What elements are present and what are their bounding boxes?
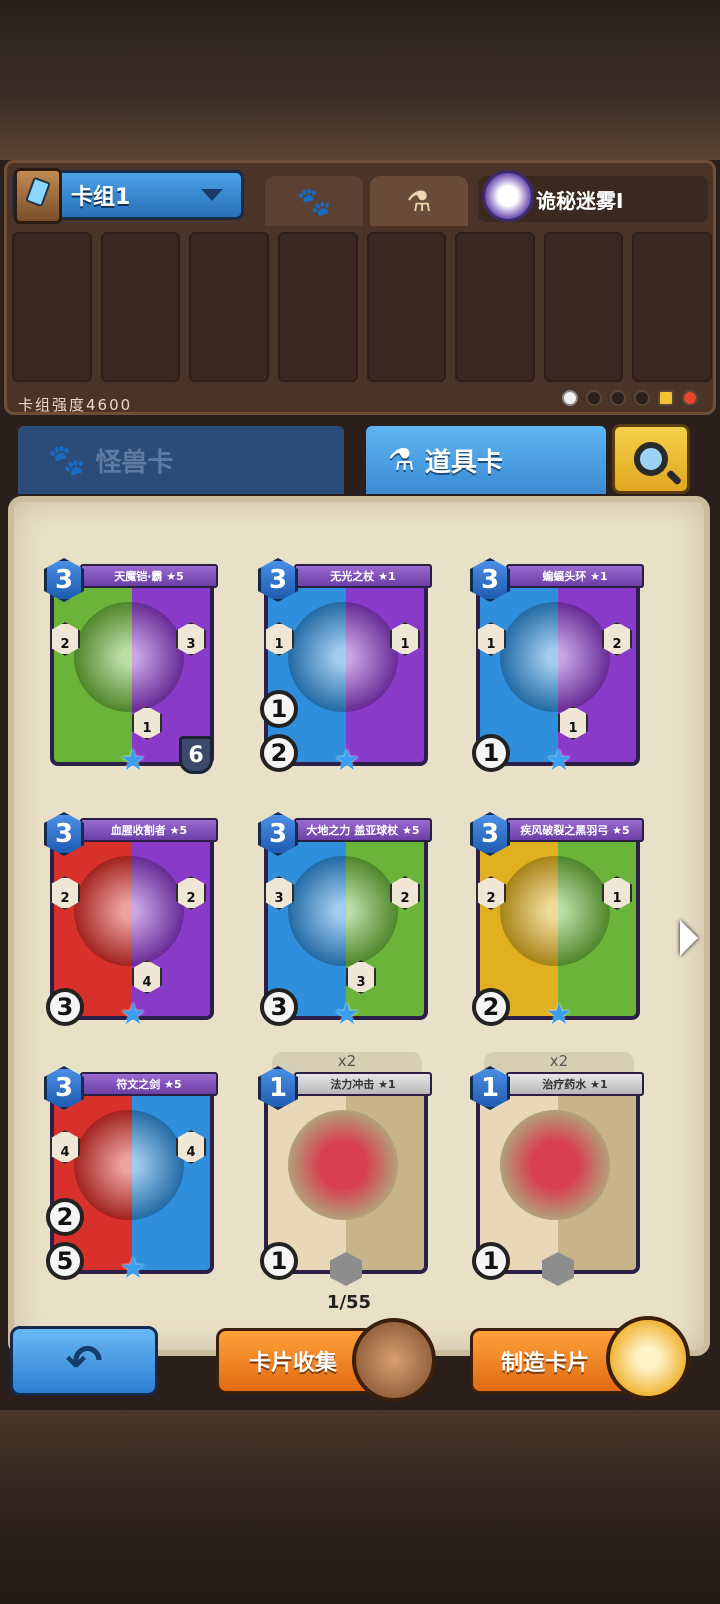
deck-slots [12,232,712,382]
card-trigger-value: 2 [260,734,298,772]
card-trigger-value: 5 [46,1242,84,1280]
potion-icon: ⚗ [388,442,415,478]
card-art-icon [500,1110,610,1220]
card-art-icon [500,856,610,966]
card-art-icon [288,1110,398,1220]
deck-slot[interactable] [12,232,92,382]
card-trigger-value: 1 [472,1242,510,1280]
collection-progress: 1/55 [326,1292,372,1313]
filter-leaf-icon[interactable] [634,390,650,406]
tab-item-label: 道具卡 [424,447,503,478]
item-card[interactable]: 符文之剑 ★5 3 4 4 2 5 ★ [44,1066,218,1284]
top-wood-frame [0,0,720,160]
card-name: 符文之剑 ★5 [80,1072,218,1096]
item-card[interactable]: 血腥收割者 ★5 3 2 2 4 3 ★ [44,812,218,1030]
card-trigger-value: 2 [472,988,510,1026]
tab-monster-label: 怪兽卡 [95,447,174,478]
deck-slot[interactable] [277,232,358,382]
paw-icon: 🐾 [48,442,86,478]
card-art-icon [500,602,610,712]
card-name: 疾风破裂之黑羽弓 ★5 [506,818,644,842]
filter-all-icon[interactable] [562,390,578,406]
card-name: 无光之杖 ★1 [294,564,432,588]
card-art-icon [288,856,398,966]
rarity-star-icon: ★ [119,743,147,778]
card-trigger-value: 2 [46,1198,84,1236]
tab-monster-filter[interactable]: 🐾 [265,176,363,226]
item-card[interactable]: 无光之杖 ★1 3 1 1 1 2 ★ [258,558,432,776]
card-art-icon [74,856,184,966]
card-art-icon [288,602,398,712]
back-button[interactable]: ↶ [10,1326,158,1396]
rarity-star-icon: ★ [545,997,573,1032]
card-name: 血腥收割者 ★5 [80,818,218,842]
deck-slot[interactable] [543,232,624,382]
deck-slot[interactable] [455,232,535,382]
card-name: 治疗药水 ★1 [506,1072,644,1096]
mist-name: 诡秘迷雾Ⅰ [536,188,624,213]
element-filters [562,390,698,406]
item-card[interactable]: 法力冲击 ★1 1 1 [258,1066,432,1286]
card-trigger-value: 1 [472,734,510,772]
filter-fire-icon[interactable] [682,390,698,406]
craft-card-label: 制造卡片 [501,1351,590,1376]
card-art-icon [74,602,184,712]
item-card[interactable]: 大地之力 盖亚球杖 ★5 3 3 2 3 3 ★ [258,812,432,1030]
item-card[interactable]: 蝙蝠头环 ★1 3 1 2 1 1 ★ [470,558,644,776]
tab-item-filter[interactable]: ⚗ [370,176,468,226]
card-trigger-value: 1 [260,690,298,728]
potion-icon: ⚗ [406,184,432,218]
next-page-arrow-icon[interactable] [680,920,698,956]
card-trigger-value: 3 [260,988,298,1026]
card-book-icon [352,1318,436,1402]
item-card[interactable]: 疾风破裂之黑羽弓 ★5 3 2 1 2 ★ [470,812,644,1030]
card-trigger-value: 3 [46,988,84,1026]
chevron-down-icon [201,189,223,201]
rarity-star-icon: ★ [333,743,361,778]
paw-icon: 🐾 [296,184,332,218]
filter-shield-icon[interactable] [586,390,602,406]
item-card[interactable]: 治疗药水 ★1 1 1 [470,1066,644,1286]
card-collection-label: 卡片收集 [249,1351,338,1376]
search-button[interactable] [612,424,690,494]
craft-potion-icon [606,1316,690,1400]
rarity-star-icon: ★ [333,997,361,1032]
back-arrow-icon: ↶ [65,1335,103,1387]
card-name: 天魔铠·霸 ★5 [80,564,218,588]
mist-avatar [482,170,534,222]
rarity-star-icon: ★ [119,997,147,1032]
card-name: 法力冲击 ★1 [294,1072,432,1096]
item-card[interactable]: 天魔铠·霸 ★5 3 2 3 1 ★ 6 [44,558,218,776]
rarity-star-icon: ★ [545,743,573,778]
deck-book-icon [14,168,62,224]
tab-monster-cards[interactable]: 🐾 怪兽卡 [18,426,344,494]
deck-slot[interactable] [632,232,712,382]
deck-slot[interactable] [100,232,181,382]
card-trigger-value: 1 [260,1242,298,1280]
card-name: 蝙蝠头环 ★1 [506,564,644,588]
filter-lightning-icon[interactable] [658,390,674,406]
bottom-wood-frame [0,1410,720,1604]
card-art-icon [74,1110,184,1220]
deck-slot[interactable] [189,232,269,382]
card-name: 大地之力 盖亚球杖 ★5 [294,818,432,842]
deck-slot[interactable] [366,232,447,382]
tab-item-cards[interactable]: ⚗ 道具卡 [366,426,606,494]
deck-power: 卡组强度4600 [18,396,133,414]
card-level: 6 [179,736,213,774]
deck-name: 卡组1 [71,185,131,210]
rarity-star-icon: ★ [119,1251,147,1286]
filter-arrow-icon[interactable] [610,390,626,406]
search-icon [634,442,668,476]
